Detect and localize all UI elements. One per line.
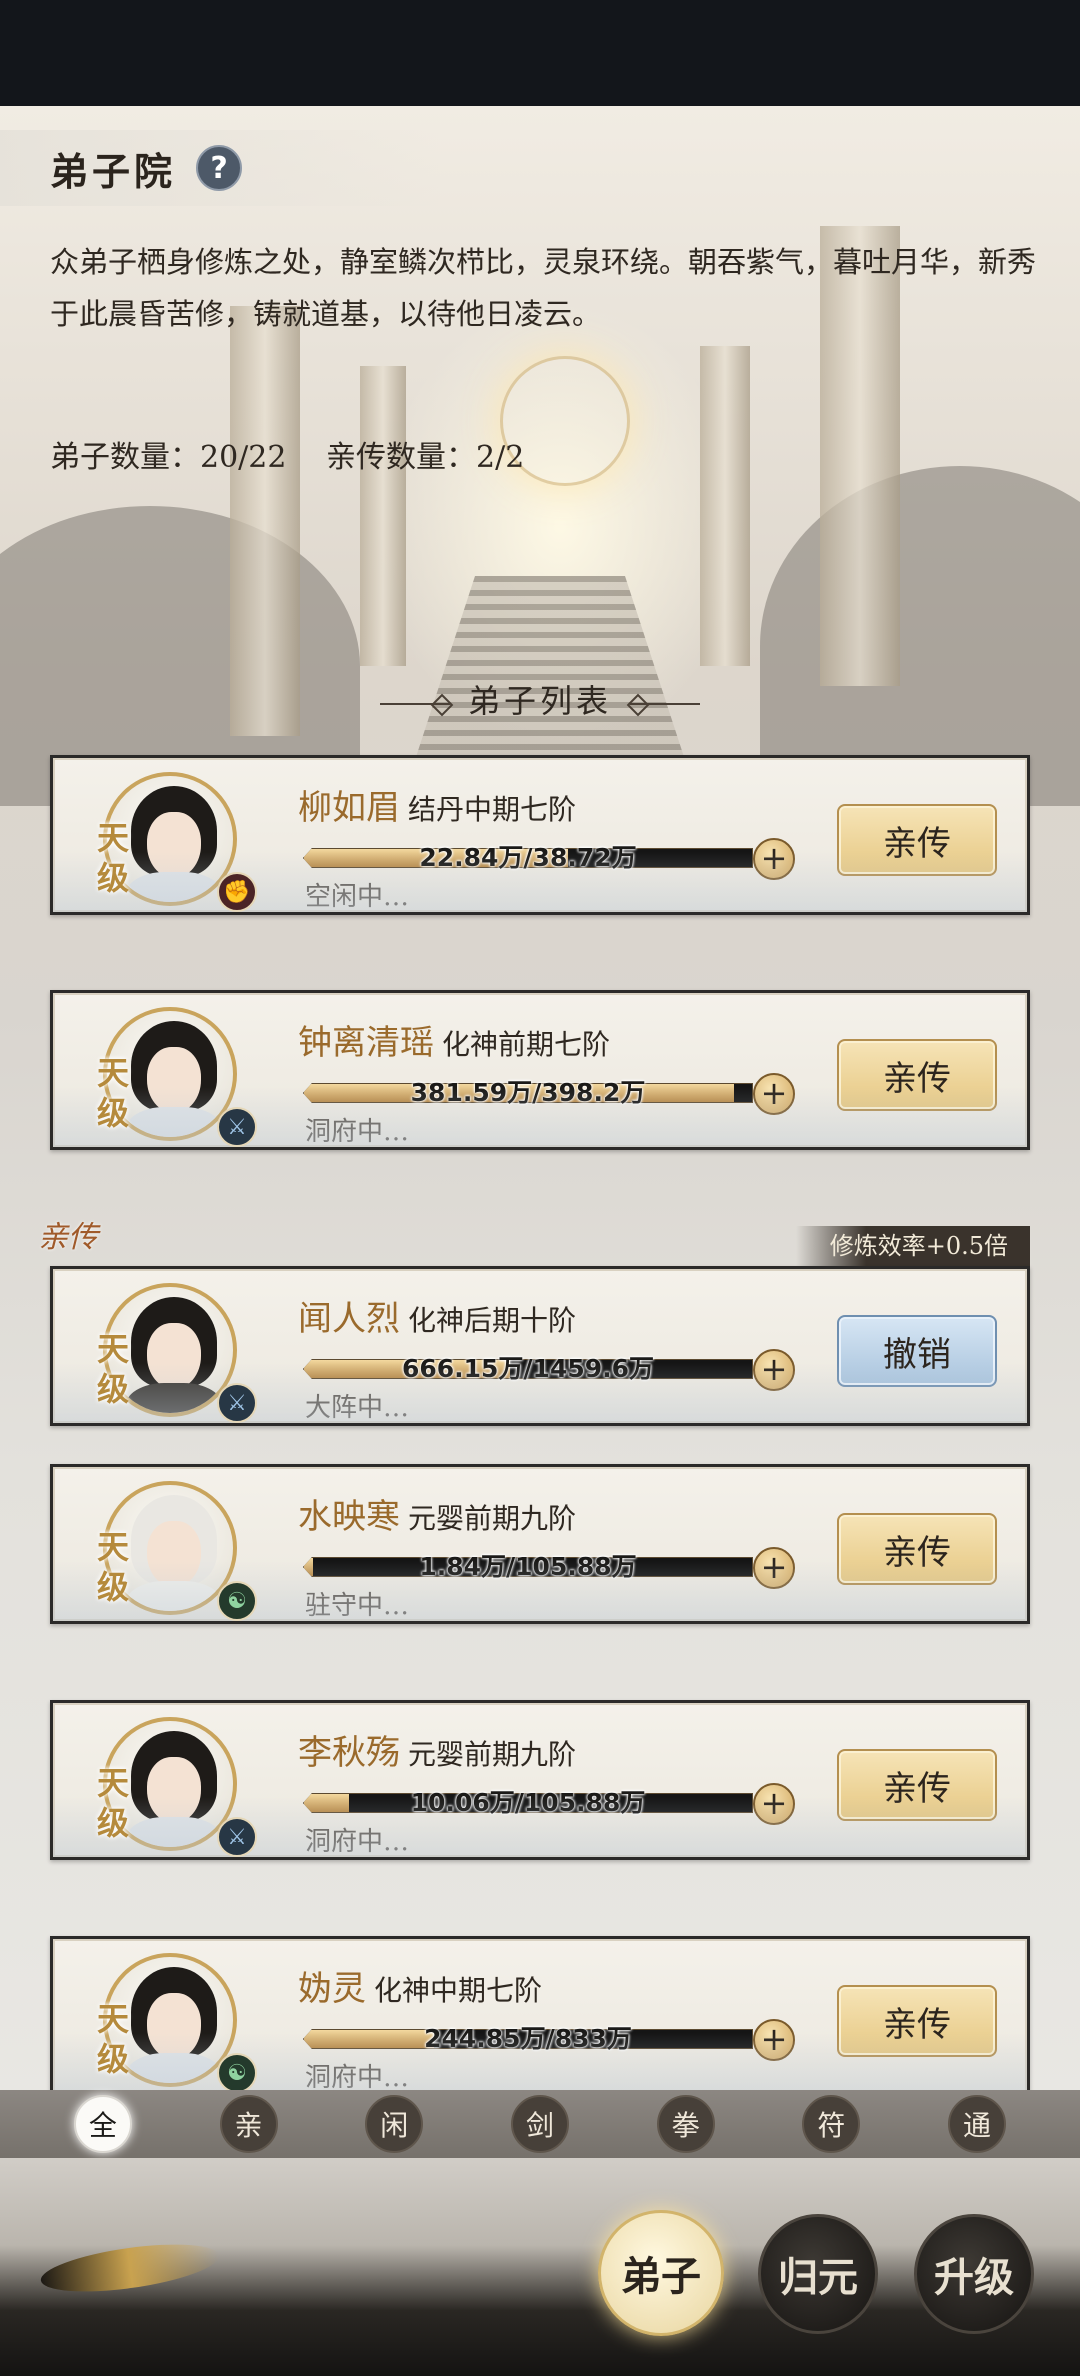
disciple-card[interactable]: 天级 ✊ 柳如眉 结丹中期七阶 22.84万/38.72万 + 空闲中… 亲传 xyxy=(50,755,1030,915)
realm-label: 元婴前期九阶 xyxy=(408,1502,577,1535)
disciple-name-row: 李秋殇 元婴前期九阶 xyxy=(298,1725,576,1774)
status-text: 大阵中… xyxy=(305,1393,410,1423)
make-personal-button[interactable]: 亲传 xyxy=(837,1749,997,1821)
exp-text: 1.84万/105.88万 xyxy=(419,1552,637,1581)
talisman-icon: ☯ xyxy=(217,2053,257,2090)
add-exp-button[interactable]: + xyxy=(753,1783,795,1825)
exp-text: 666.15万/1459.6万 xyxy=(401,1354,655,1383)
disciple-name: 妫灵 xyxy=(298,1969,366,2009)
tier-badge: 天级 xyxy=(97,2000,130,2078)
filter-sword[interactable]: 剑 xyxy=(510,2095,569,2153)
status-text: 洞府中… xyxy=(305,1827,410,1857)
filter-idle[interactable]: 闲 xyxy=(365,2095,424,2153)
status-text: 洞府中… xyxy=(305,2063,410,2090)
nav-disciples-button[interactable]: 弟子 xyxy=(598,2210,724,2336)
make-personal-button[interactable]: 亲传 xyxy=(837,1985,997,2057)
realm-label: 元婴前期九阶 xyxy=(408,1738,577,1771)
sword-icon: ⚔ xyxy=(217,1107,257,1147)
realm-label: 化神前期七阶 xyxy=(442,1028,611,1061)
realm-label: 化神后期十阶 xyxy=(408,1304,577,1337)
disciple-name: 柳如眉 xyxy=(298,788,400,828)
revoke-button[interactable]: 撤销 xyxy=(837,1315,997,1387)
add-exp-button[interactable]: + xyxy=(753,1349,795,1391)
add-exp-button[interactable]: + xyxy=(753,2019,795,2061)
filter-talisman[interactable]: 符 xyxy=(802,2095,861,2153)
tier-badge: 天级 xyxy=(97,819,130,897)
disciple-card[interactable]: 天级 ☯ 水映寒 元婴前期九阶 1.84万/105.88万 + 驻守中… 亲传 xyxy=(50,1464,1030,1624)
realm-label: 结丹中期七阶 xyxy=(408,793,577,826)
disciple-name-row: 妫灵 化神中期七阶 xyxy=(298,1961,542,2010)
tier-badge: 天级 xyxy=(97,1330,130,1408)
disciple-name: 水映寒 xyxy=(298,1497,400,1537)
tier-badge: 天级 xyxy=(97,1764,130,1842)
disciple-name: 闻人烈 xyxy=(298,1299,400,1339)
tier-badge: 天级 xyxy=(97,1528,130,1606)
nav-upgrade-button[interactable]: 升级 xyxy=(914,2214,1034,2334)
disciple-name-row: 水映寒 元婴前期九阶 xyxy=(298,1489,576,1538)
exp-text: 10.06万/105.88万 xyxy=(410,1788,646,1817)
status-text: 空闲中… xyxy=(305,882,410,912)
status-text: 驻守中… xyxy=(305,1591,410,1621)
disciple-card[interactable]: 天级 ⚔ 闻人烈 化神后期十阶 666.15万/1459.6万 + 大阵中… 撤销 xyxy=(50,1266,1030,1426)
bonus-badge: 修炼效率+0.5倍 xyxy=(795,1226,1030,1266)
disciple-name: 李秋殇 xyxy=(298,1733,400,1773)
add-exp-button[interactable]: + xyxy=(753,838,795,880)
filter-all[interactable]: 全 xyxy=(73,2095,132,2153)
disciple-card[interactable]: 天级 ⚔ 李秋殇 元婴前期九阶 10.06万/105.88万 + 洞府中… 亲传 xyxy=(50,1700,1030,1860)
add-exp-button[interactable]: + xyxy=(753,1073,795,1115)
disciple-card[interactable]: 天级 ☯ 妫灵 化神中期七阶 244.85万/833万 + 洞府中… 亲传 xyxy=(50,1936,1030,2090)
nav-return-button[interactable]: 归元 xyxy=(758,2214,878,2334)
filter-fist[interactable]: 拳 xyxy=(656,2095,715,2153)
filter-general[interactable]: 通 xyxy=(948,2095,1007,2153)
disciple-card[interactable]: 天级 ⚔ 钟离清瑶 化神前期七阶 381.59万/398.2万 + 洞府中… 亲传 xyxy=(50,990,1030,1150)
exp-text: 22.84万/38.72万 xyxy=(419,843,637,872)
disciple-name-row: 钟离清瑶 化神前期七阶 xyxy=(298,1015,610,1064)
brush-decoration xyxy=(38,2235,222,2301)
exp-text: 244.85万/833万 xyxy=(424,2024,632,2053)
make-personal-button[interactable]: 亲传 xyxy=(837,1513,997,1585)
talisman-icon: ☯ xyxy=(217,1581,257,1621)
make-personal-button[interactable]: 亲传 xyxy=(837,1039,997,1111)
sword-icon: ⚔ xyxy=(217,1817,257,1857)
make-personal-button[interactable]: 亲传 xyxy=(837,804,997,876)
disciple-name-row: 闻人烈 化神后期十阶 xyxy=(298,1291,576,1340)
realm-label: 化神中期七阶 xyxy=(374,1974,543,2007)
fist-icon: ✊ xyxy=(217,872,257,912)
exp-text: 381.59万/398.2万 xyxy=(410,1078,646,1107)
sword-icon: ⚔ xyxy=(217,1383,257,1423)
personal-disciple-tag: 亲传 xyxy=(38,1220,98,1255)
add-exp-button[interactable]: + xyxy=(753,1547,795,1589)
filter-bar: 全 亲 闲 剑 拳 符 通 xyxy=(0,2090,1080,2158)
disciple-list[interactable]: 天级 ✊ 柳如眉 结丹中期七阶 22.84万/38.72万 + 空闲中… 亲传 天… xyxy=(0,0,1080,2090)
tier-badge: 天级 xyxy=(97,1054,130,1132)
filter-personal[interactable]: 亲 xyxy=(219,2095,278,2153)
bottom-nav: 弟子 归元 升级 xyxy=(0,2158,1080,2376)
disciple-name-row: 柳如眉 结丹中期七阶 xyxy=(298,780,576,829)
disciple-name: 钟离清瑶 xyxy=(298,1023,434,1063)
status-text: 洞府中… xyxy=(305,1117,410,1147)
